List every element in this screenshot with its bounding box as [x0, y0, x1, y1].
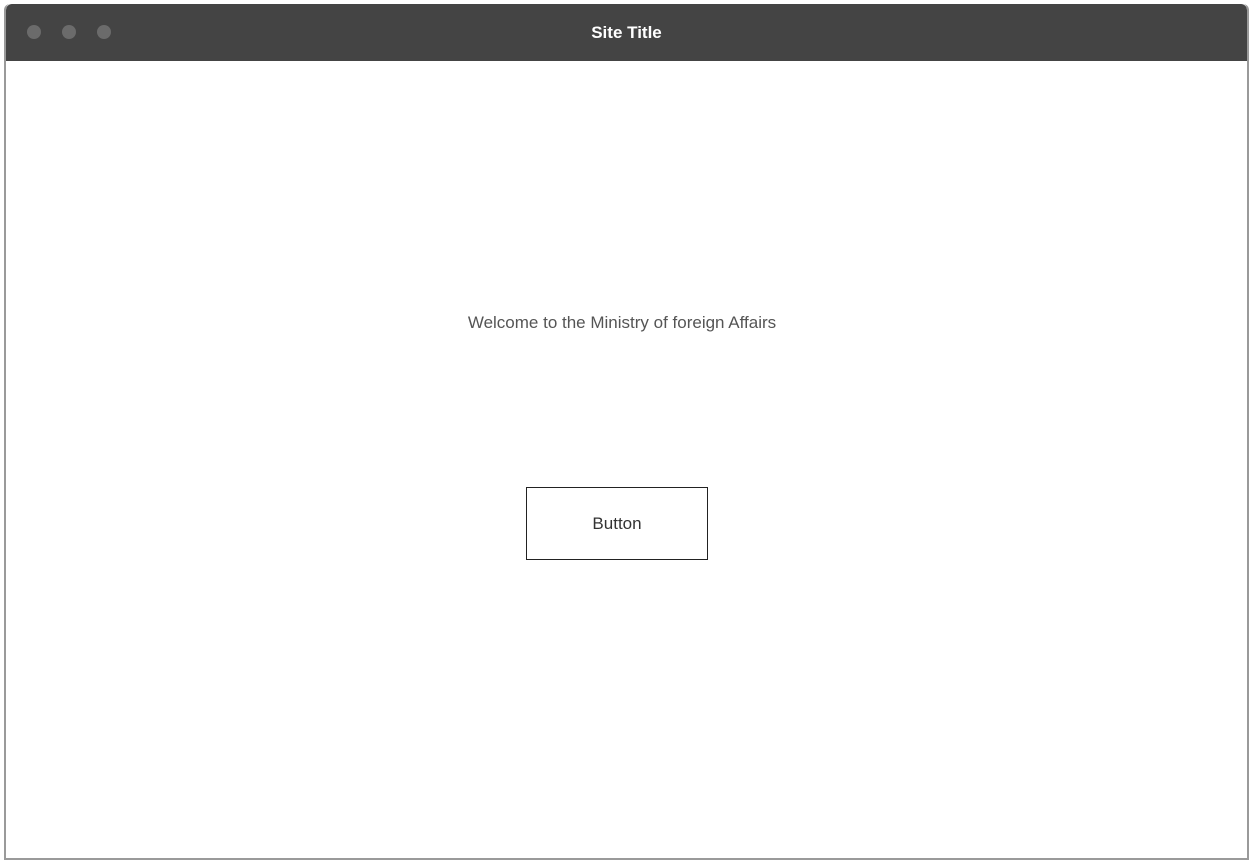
welcome-message: Welcome to the Ministry of foreign Affai…	[467, 313, 777, 332]
browser-window: Site Title Welcome to the Ministry of fo…	[4, 4, 1249, 860]
page-content: Welcome to the Ministry of foreign Affai…	[6, 61, 1247, 858]
site-title: Site Title	[591, 23, 662, 42]
window-titlebar: Site Title	[6, 4, 1247, 61]
primary-button[interactable]: Button	[526, 487, 708, 560]
